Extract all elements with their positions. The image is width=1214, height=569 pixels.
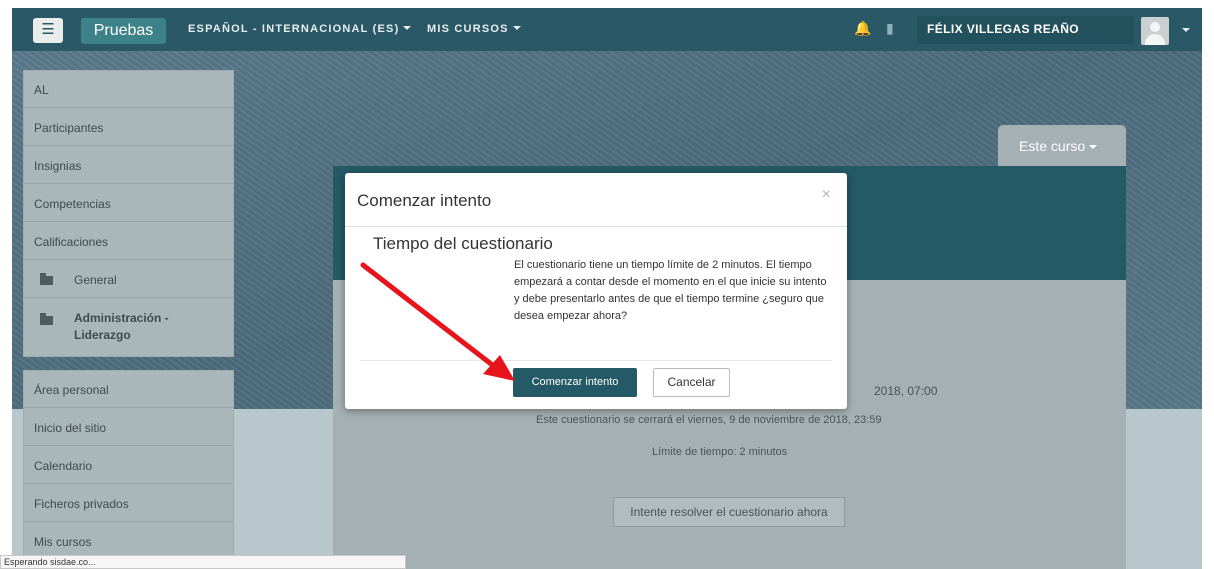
dialog-message-line: desea empezar ahora? (514, 310, 628, 322)
folder-icon (40, 273, 53, 285)
sidebar-item-label: Calificaciones (34, 235, 109, 249)
sidebar-item-insignias[interactable]: Insignias (24, 147, 233, 184)
chat-icon[interactable]: ▮ (886, 20, 894, 37)
sidebar-item-participantes[interactable]: Participantes (24, 109, 233, 146)
sidebar-item-general[interactable]: General (24, 261, 233, 298)
my-courses-menu[interactable]: MIS CURSOS (427, 23, 521, 35)
dialog-message-line: El cuestionario tiene un tiempo límite d… (514, 259, 812, 271)
my-courses-menu-label: MIS CURSOS (427, 23, 509, 35)
close-icon[interactable]: × (822, 186, 831, 204)
red-arrow-annotation (360, 262, 515, 381)
sidebar-item-calendario[interactable]: Calendario (24, 447, 233, 484)
language-menu[interactable]: ESPAÑOL - INTERNACIONAL (ES) (188, 23, 412, 35)
sidebar-item-label: Competencias (34, 197, 111, 211)
este-curso-label: Este curso (1019, 138, 1086, 154)
sidebar-item-label: Inicio del sitio (34, 421, 107, 435)
quiz-time-limit: Límite de tiempo: 2 minutos (652, 446, 788, 458)
chevron-down-icon (512, 26, 521, 30)
browser-status-bar: Esperando sisdae.co... (0, 555, 406, 569)
sidebar-item-label: Mis cursos (34, 535, 92, 549)
sidebar-item-calificaciones[interactable]: Calificaciones (24, 223, 233, 260)
user-avatar-icon[interactable] (1141, 17, 1169, 45)
sidebar-item-ficheros-privados[interactable]: Ficheros privados (24, 485, 233, 522)
sidebar-item-label: AL (34, 83, 49, 97)
sidebar-item-label: Calendario (34, 459, 93, 473)
hamburger-icon[interactable]: ☰ (33, 18, 63, 43)
sidebar-item-inicio-sitio[interactable]: Inicio del sitio (24, 409, 233, 446)
top-navbar: ☰ Pruebas ESPAÑOL - INTERNACIONAL (ES) M… (12, 8, 1202, 51)
start-attempt-button[interactable]: Comenzar intento (513, 368, 637, 397)
dialog-divider (345, 226, 847, 227)
folder-icon (40, 313, 53, 325)
sidebar-item-area-personal[interactable]: Área personal (24, 371, 233, 408)
dialog-message: El cuestionario tiene un tiempo límite d… (514, 257, 872, 325)
sidebar-item-administracion-liderazgo[interactable]: Administración - Liderazgo (24, 299, 233, 354)
dialog-subtitle: Tiempo del cuestionario (373, 234, 553, 253)
sidebar-item-competencias[interactable]: Competencias (24, 185, 233, 222)
language-menu-label: ESPAÑOL - INTERNACIONAL (ES) (188, 23, 400, 35)
quiz-close-date: Este cuestionario se cerrará el viernes,… (536, 414, 882, 426)
chevron-down-icon (1089, 145, 1098, 149)
cancel-button[interactable]: Cancelar (653, 368, 730, 397)
sidebar-item-al[interactable]: AL (24, 71, 233, 108)
sidebar-item-label: Insignias (34, 159, 82, 173)
dialog-message-line: empezará a contar desde el momento en el… (514, 276, 827, 288)
chevron-down-icon (403, 26, 412, 30)
course-navigation: AL Participantes Insignias Competencias … (23, 70, 234, 357)
site-brand-button[interactable]: Pruebas (81, 18, 166, 44)
quiz-open-date: 2018, 07:00 (874, 384, 938, 398)
bell-icon[interactable]: 🔔 (854, 20, 871, 37)
user-name[interactable]: FÉLIX VILLEGAS REAÑO (917, 16, 1134, 44)
attempt-quiz-button[interactable]: Intente resolver el cuestionario ahora (613, 497, 845, 527)
sidebar-item-label: Área personal (34, 383, 109, 397)
sidebar-item-label: Participantes (34, 121, 104, 135)
sidebar-item-label: Administración - Liderazgo (74, 311, 169, 342)
dialog-message-line: y debe presentarlo antes de que el tiemp… (514, 293, 825, 305)
sidebar-item-label: General (74, 273, 117, 287)
sidebar-item-label: Ficheros privados (34, 497, 129, 511)
chevron-down-icon[interactable] (1182, 28, 1190, 32)
dialog-title: Comenzar intento (357, 191, 492, 210)
site-navigation: Área personal Inicio del sitio Calendari… (23, 370, 234, 569)
este-curso-menu[interactable]: Este curso (998, 125, 1126, 166)
